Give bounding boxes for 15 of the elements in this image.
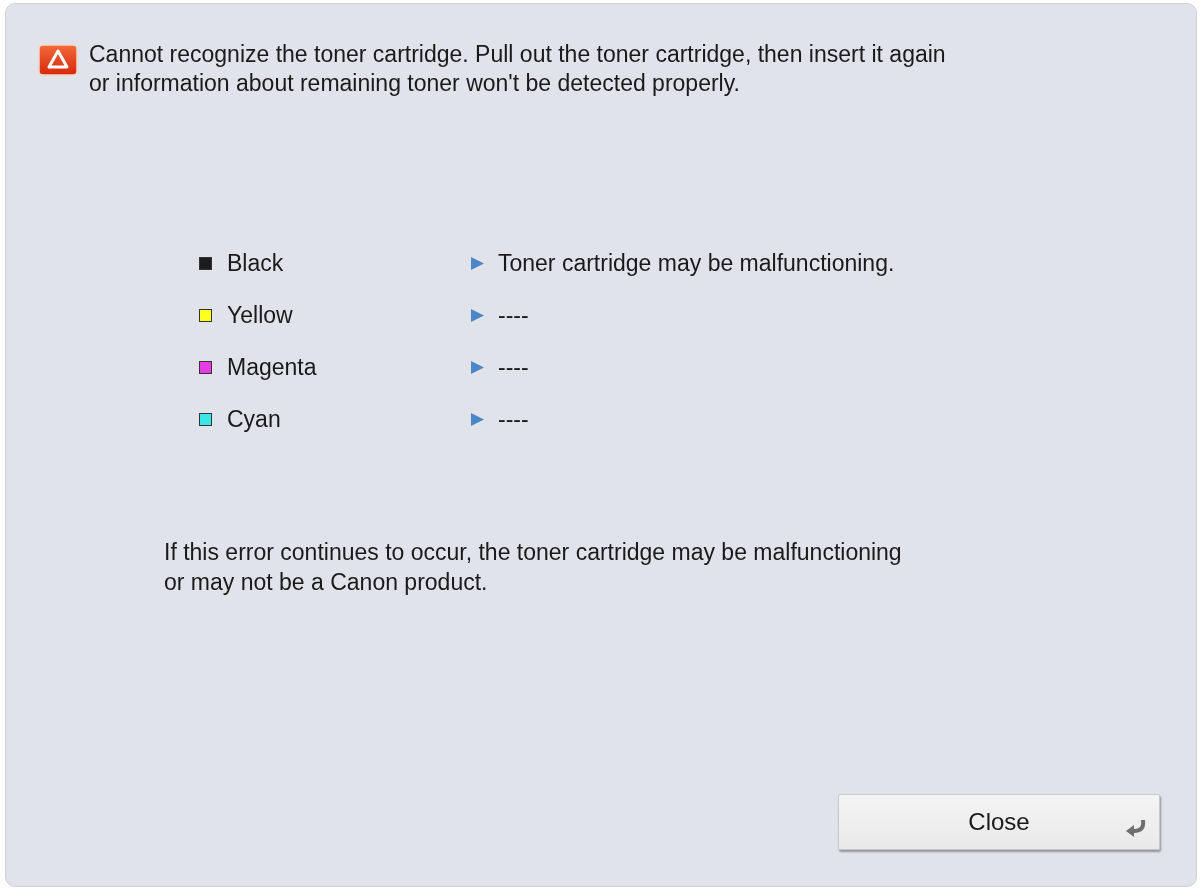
toner-name: Magenta bbox=[227, 354, 317, 381]
toner-name: Yellow bbox=[227, 302, 293, 329]
note-text: If this error continues to occur, the toner cartridge may be malfunctioning or may not be a Canon product. bbox=[164, 538, 903, 597]
toner-status: ---- bbox=[498, 406, 529, 433]
triangle-bullet-icon bbox=[471, 413, 484, 426]
triangle-bullet-icon bbox=[471, 257, 484, 270]
error-message: Cannot recognize the toner cartridge. Pull out the toner cartridge, then insert it again or information about remaining toner won't be detected properly. bbox=[89, 40, 947, 98]
triangle-bullet-icon bbox=[471, 361, 484, 374]
triangle-bullet-icon bbox=[471, 309, 484, 322]
toner-status: Toner cartridge may be malfunctioning. bbox=[498, 250, 895, 277]
toner-name: Cyan bbox=[227, 406, 281, 433]
toner-name: Black bbox=[227, 250, 284, 277]
close-button[interactable]: Close bbox=[838, 794, 1160, 850]
toner-status: ---- bbox=[498, 302, 529, 329]
toner-status: ---- bbox=[498, 354, 529, 381]
